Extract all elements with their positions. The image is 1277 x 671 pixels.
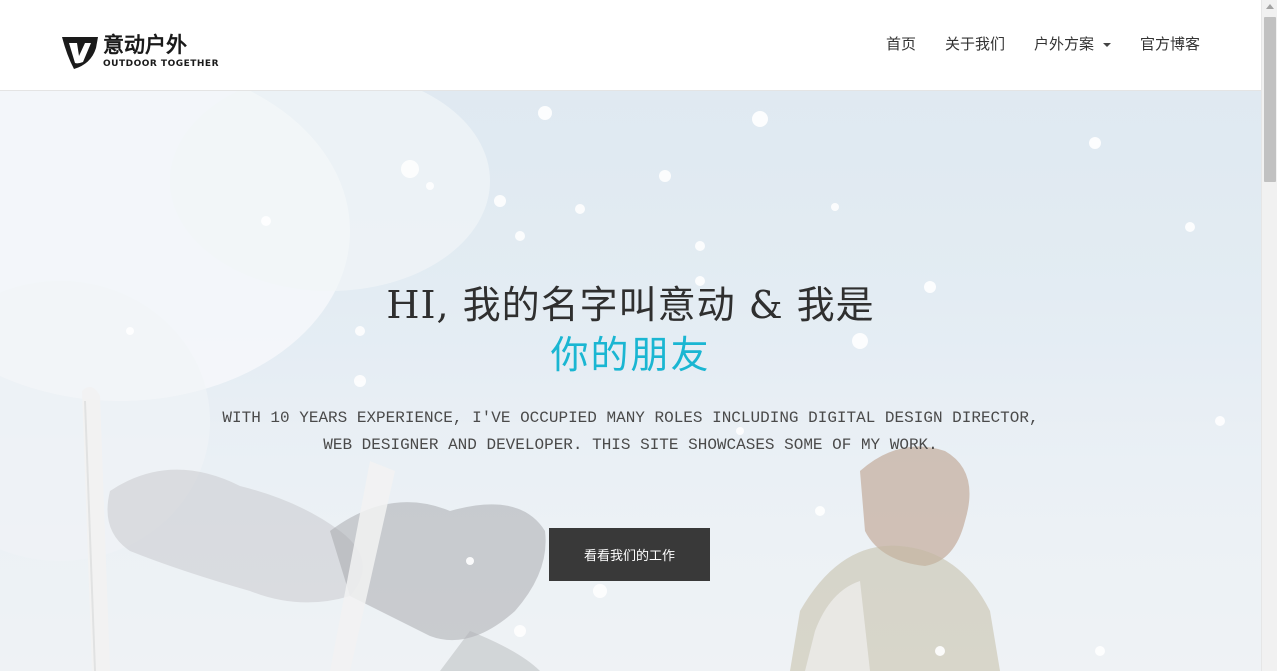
nav-item-solutions-dropdown[interactable]: 户外方案 [1034, 34, 1111, 54]
nav-item-home[interactable]: 首页 [886, 34, 916, 54]
page-scrollbar[interactable] [1261, 0, 1277, 671]
nav-item-label: 户外方案 [1033, 35, 1094, 53]
hero-description-line: WEB DESIGNER AND DEVELOPER. THIS SITE SH… [323, 436, 938, 454]
brand-name-cn: 意动户外 [103, 33, 187, 57]
caret-down-icon [1102, 43, 1111, 47]
brand-name-en: OUTDOOR TOGETHER [103, 59, 220, 69]
main-nav: 首页 关于我们 户外方案 官方博客 [857, 34, 1200, 54]
hero-accent-text: 你的朋友 [550, 333, 711, 377]
view-work-button[interactable]: 看看我们的工作 [549, 528, 710, 581]
hero-description: WITH 10 YEARS EXPERIENCE, I'VE OCCUPIED … [200, 405, 1061, 459]
site-logo[interactable]: 意动户外 OUTDOOR TOGETHER [61, 33, 223, 70]
hero-title: HI, 我的名字叫意动 & 我是 [386, 283, 875, 327]
nav-item-about[interactable]: 关于我们 [945, 34, 1005, 54]
brand-logo-icon [62, 37, 98, 69]
hero-section: HI, 我的名字叫意动 & 我是 你的朋友 WITH 10 YEARS EXPE… [0, 91, 1261, 671]
scroll-up-arrow-icon[interactable] [1266, 4, 1274, 9]
nav-item-label: 官方博客 [1139, 35, 1200, 53]
nav-item-label: 关于我们 [944, 35, 1005, 53]
hero-description-line: WITH 10 YEARS EXPERIENCE, I'VE OCCUPIED … [222, 409, 1039, 427]
nav-item-blog[interactable]: 官方博客 [1140, 34, 1200, 54]
site-header: 意动户外 OUTDOOR TOGETHER 首页 关于我们 户外方案 官方博客 [0, 0, 1261, 91]
scrollbar-thumb[interactable] [1264, 17, 1276, 182]
hero-overlay [0, 91, 1261, 671]
nav-item-label: 首页 [885, 35, 916, 53]
